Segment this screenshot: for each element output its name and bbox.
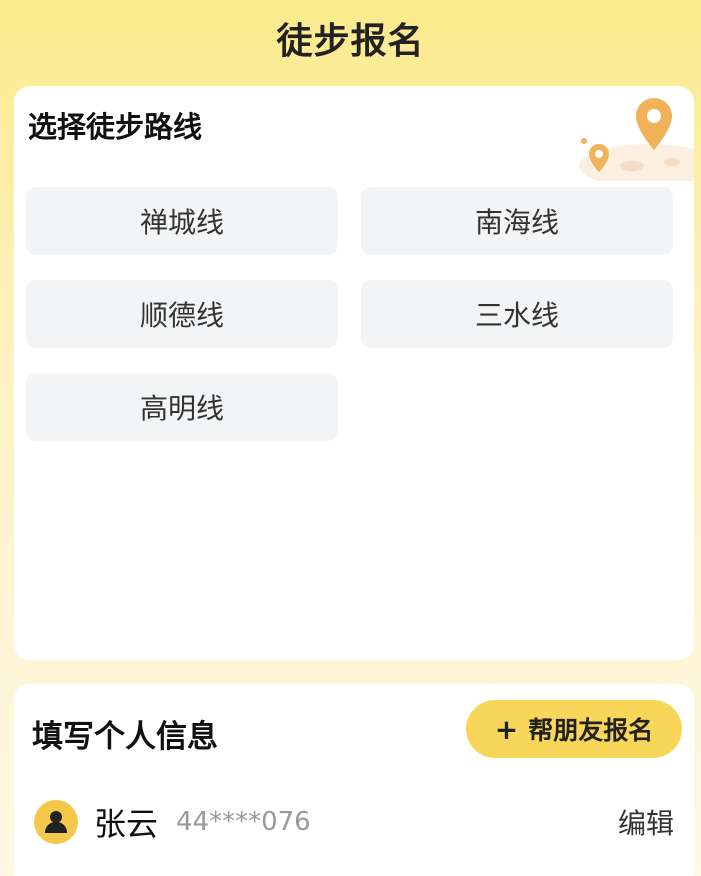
route-options: 禅城线 南海线 顺德线 三水线 高明线	[26, 187, 673, 441]
person-row: 张云 44****076 编辑	[34, 798, 674, 846]
plus-icon: +	[494, 712, 519, 746]
top-bar: 徒步报名	[0, 0, 701, 75]
user-icon	[34, 800, 78, 844]
page-title: 徒步报名	[276, 20, 425, 62]
info-section-title: 填写个人信息	[32, 719, 218, 755]
help-friend-register-button[interactable]: + 帮朋友报名	[466, 700, 682, 758]
route-card: 选择徒步路线 禅城线 南海线 顺德线 三水线 高明线	[14, 86, 694, 660]
edit-button[interactable]: 编辑	[618, 802, 674, 842]
person-name: 张云	[94, 805, 159, 843]
route-option-nanhai[interactable]: 南海线	[361, 187, 673, 255]
personal-info-card: 填写个人信息 + 帮朋友报名 张云 44****076 编辑	[14, 684, 694, 876]
help-friend-register-label: 帮朋友报名	[528, 716, 654, 745]
route-option-sanshui[interactable]: 三水线	[361, 280, 673, 348]
person-id: 44****076	[176, 807, 311, 837]
route-option-chancheng[interactable]: 禅城线	[26, 187, 338, 255]
route-option-gaoming[interactable]: 高明线	[26, 373, 338, 441]
route-section-title: 选择徒步路线	[28, 110, 203, 144]
map-pin-icon	[579, 98, 694, 181]
route-option-shunde[interactable]: 顺德线	[26, 280, 338, 348]
